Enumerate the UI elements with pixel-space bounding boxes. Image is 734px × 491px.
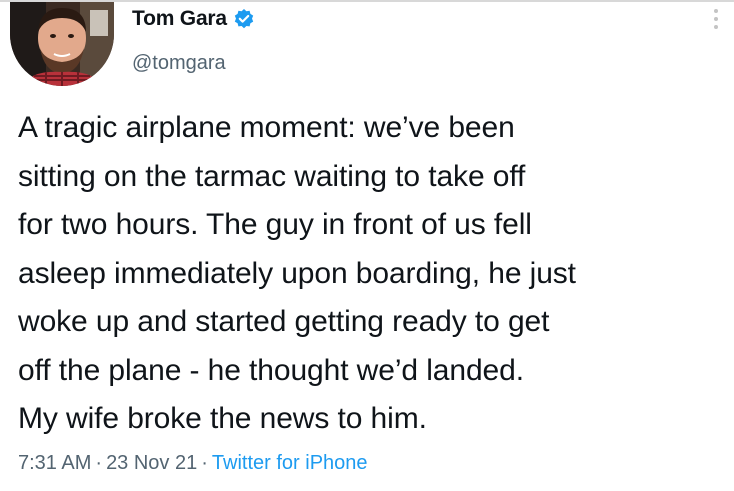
- more-options-icon[interactable]: [710, 6, 722, 34]
- display-name[interactable]: Tom Gara: [132, 7, 227, 31]
- tweet-header: Tom Gara @tomgara: [132, 6, 255, 75]
- tweet-line: My wife broke the news to him.: [18, 402, 427, 435]
- tweet-text: A tragic airplane moment: we’ve been sit…: [18, 104, 718, 444]
- handle[interactable]: @tomgara: [132, 52, 255, 75]
- tweet-meta: 7:31 AM · 23 Nov 21 · Twitter for iPhone: [18, 452, 368, 475]
- avatar-photo: [10, 2, 114, 86]
- verified-badge-icon: [233, 8, 255, 30]
- tweet-line: sitting on the tarmac waiting to take of…: [18, 159, 526, 193]
- meta-separator: ·: [95, 452, 103, 474]
- tweet-time[interactable]: 7:31 AM: [18, 452, 91, 474]
- tweet-line: for two hours. The guy in front of us fe…: [18, 208, 532, 241]
- tweet-source-link[interactable]: Twitter for iPhone: [212, 452, 368, 474]
- tweet-line: asleep immediately upon boarding, he jus…: [18, 256, 576, 290]
- tweet-card: Tom Gara @tomgara A tragic airplane mome…: [0, 0, 734, 491]
- meta-separator: ·: [201, 452, 208, 474]
- tweet-line: off the plane - he thought we’d landed.: [18, 353, 524, 387]
- tweet-date[interactable]: 23 Nov 21: [106, 452, 197, 474]
- tweet-line: woke up and started getting ready to get: [18, 305, 550, 338]
- tweet-line: A tragic airplane moment: we’ve been: [18, 111, 515, 144]
- avatar[interactable]: [10, 2, 114, 86]
- name-row: Tom Gara: [132, 6, 255, 32]
